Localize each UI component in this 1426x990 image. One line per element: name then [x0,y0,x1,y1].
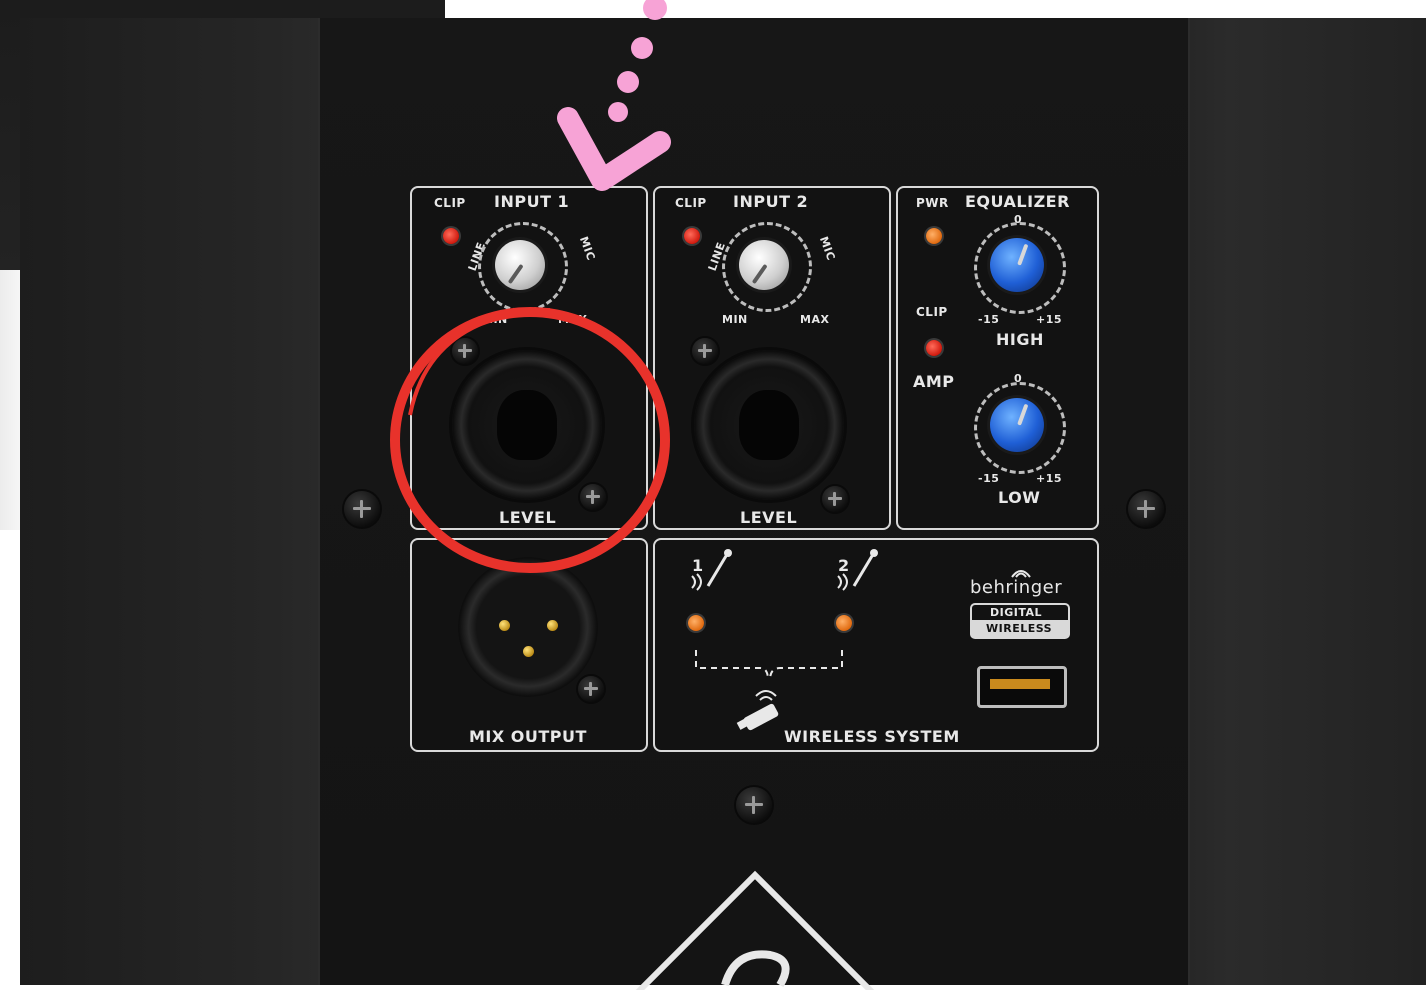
amp-clip-led [926,340,942,356]
wireless-system-label: WIRELESS SYSTEM [784,727,960,746]
screw-icon [822,486,848,512]
microphone-icon [837,549,878,591]
left-background-strip [0,270,20,530]
input2-min-label: MIN [722,313,748,326]
digital-label: DIGITAL [990,606,1043,619]
microphone-icon [691,549,732,591]
screw-icon [736,787,772,823]
input2-level-label: LEVEL [740,508,798,527]
usb-port-icon[interactable] [977,666,1067,708]
high-min-label: -15 [978,313,1000,326]
input2-gain-knob[interactable] [739,240,789,290]
amp-label: AMP [913,372,955,391]
input2-title: INPUT 2 [733,192,809,211]
pwr-led [926,228,942,244]
annotation-arrow [557,0,671,191]
input1-clip-label: CLIP [434,196,466,210]
wireless-brand-label: WIRELESS [986,622,1053,635]
high-eq-knob[interactable] [990,238,1044,292]
input1-clip-led [443,228,459,244]
low-label: LOW [998,488,1041,507]
pwr-label: PWR [916,196,949,210]
input2-combo-jack[interactable] [694,350,844,500]
annotation-circle [390,307,670,573]
wireless-ch1-led [688,615,704,631]
digital-wireless-badge: DIGITAL WIRELESS [970,603,1070,639]
behringer-triangle-logo [635,870,875,990]
brand-label: behringer [970,577,1063,598]
equalizer-title: EQUALIZER [965,192,1070,211]
screw-icon [1128,491,1164,527]
input1-gain-knob[interactable] [495,240,545,290]
screw-icon [344,491,380,527]
low-eq-knob[interactable] [990,398,1044,452]
mix-output-label: MIX OUTPUT [469,727,587,746]
high-label: HIGH [996,330,1044,349]
screw-icon [692,338,718,364]
amp-clip-label: CLIP [916,305,948,319]
low-max-label: +15 [1036,472,1063,485]
wireless-ch2-led [836,615,852,631]
input2-clip-led [684,228,700,244]
low-min-label: -15 [978,472,1000,485]
behringer-logo [1011,570,1031,578]
input2-max-label: MAX [800,313,830,326]
high-max-label: +15 [1036,313,1063,326]
screw-icon [578,676,604,702]
